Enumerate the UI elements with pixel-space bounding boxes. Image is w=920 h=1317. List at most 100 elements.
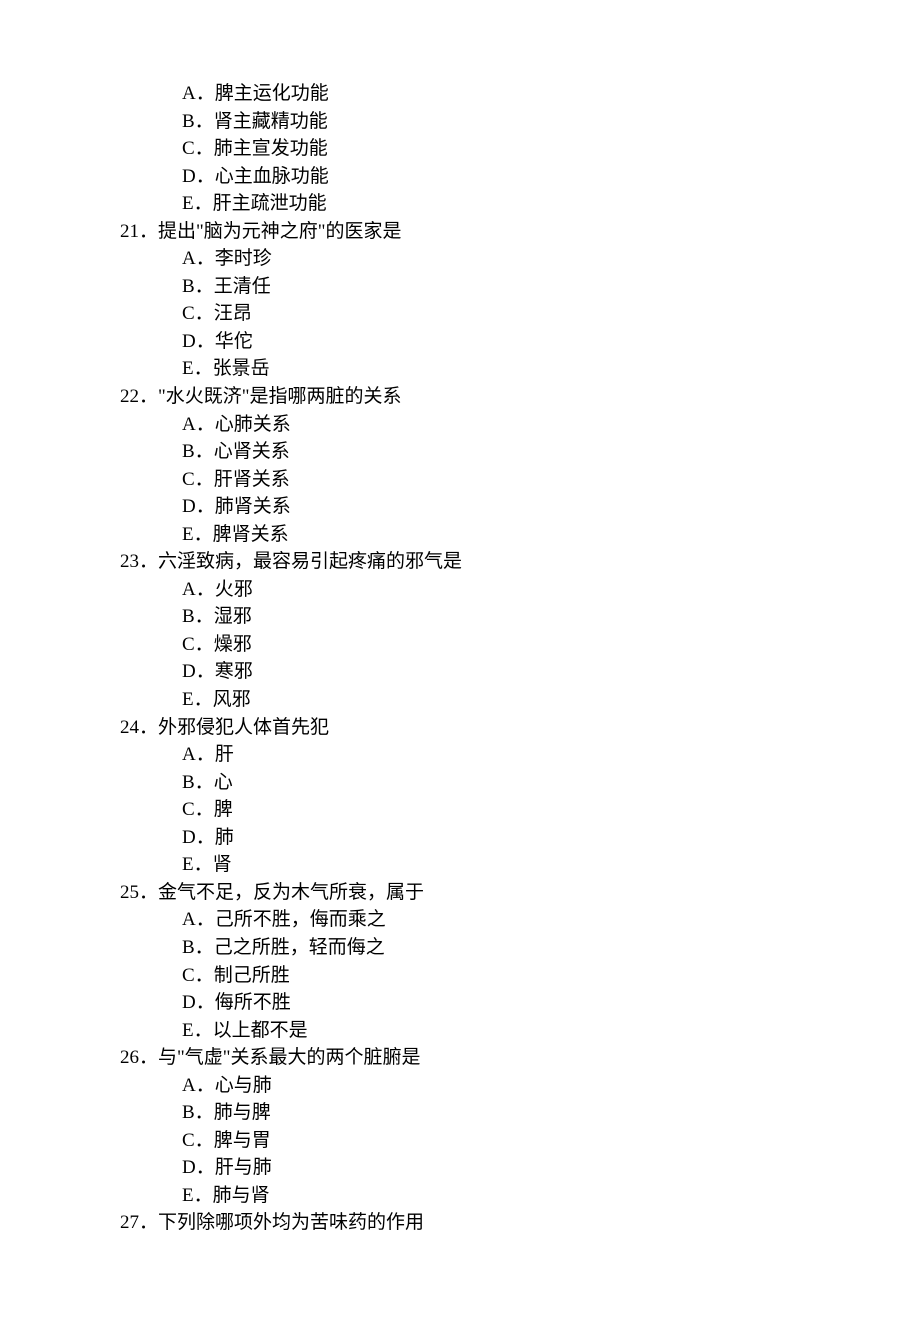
option-label: B． — [182, 441, 214, 462]
option-text: 华佗 — [215, 331, 253, 352]
option: A．心肺关系 — [120, 411, 850, 439]
option-text: 以上都不是 — [213, 1020, 308, 1041]
option-text: 心肺关系 — [215, 414, 291, 435]
option-label: C． — [182, 965, 214, 986]
option: E．肺与肾 — [120, 1182, 850, 1210]
option: B．心肾关系 — [120, 438, 850, 466]
option-label: A． — [182, 744, 215, 765]
option-text: 侮所不胜 — [215, 992, 291, 1013]
question-stem: 27．下列除哪项外均为苦味药的作用 — [120, 1209, 850, 1237]
option: C．脾与胃 — [120, 1127, 850, 1155]
lead-option: E．肝主疏泄功能 — [120, 190, 850, 218]
option-label: D． — [182, 661, 215, 682]
option-text: 湿邪 — [214, 606, 252, 627]
option-label: A． — [182, 248, 215, 269]
option-label: E． — [182, 524, 213, 545]
question-stem: 22．"水火既济"是指哪两脏的关系 — [120, 383, 850, 411]
option-text: 燥邪 — [214, 634, 252, 655]
option-label: A． — [182, 909, 215, 930]
option: C．脾 — [120, 796, 850, 824]
option-label: D． — [182, 992, 215, 1013]
option: E．肾 — [120, 851, 850, 879]
option-label: C． — [182, 1130, 214, 1151]
option-text: 肺 — [215, 827, 234, 848]
option: C．燥邪 — [120, 631, 850, 659]
question-stem: 25．金气不足，反为木气所衰，属于 — [120, 879, 850, 907]
option-label: A． — [182, 1075, 215, 1096]
option-text: 肝与肺 — [215, 1157, 272, 1178]
option-label: A． — [182, 579, 215, 600]
question-number: 25． — [120, 882, 158, 903]
option: A．心与肺 — [120, 1072, 850, 1100]
option: A．肝 — [120, 741, 850, 769]
option: E．脾肾关系 — [120, 521, 850, 549]
option-label: A． — [182, 83, 215, 104]
option-text: 脾与胃 — [214, 1130, 271, 1151]
option: B．王清任 — [120, 273, 850, 301]
lead-option: A．脾主运化功能 — [120, 80, 850, 108]
question-stem: 23．六淫致病，最容易引起疼痛的邪气是 — [120, 548, 850, 576]
option: B．湿邪 — [120, 603, 850, 631]
option-text: 制己所胜 — [214, 965, 290, 986]
option-text: 肝肾关系 — [214, 469, 290, 490]
option-label: C． — [182, 138, 214, 159]
option: B．心 — [120, 769, 850, 797]
option: A．李时珍 — [120, 245, 850, 273]
option-label: D． — [182, 331, 215, 352]
option-text: 肺肾关系 — [215, 496, 291, 517]
question-text: 外邪侵犯人体首先犯 — [158, 717, 329, 738]
option-text: 脾主运化功能 — [215, 83, 329, 104]
option-text: 肝主疏泄功能 — [213, 193, 327, 214]
option-text: 肾 — [213, 854, 232, 875]
option-label: D． — [182, 827, 215, 848]
question-text: 下列除哪项外均为苦味药的作用 — [158, 1212, 424, 1233]
option-label: E． — [182, 358, 213, 379]
option: B．肺与脾 — [120, 1099, 850, 1127]
option: C．肝肾关系 — [120, 466, 850, 494]
option: E．以上都不是 — [120, 1017, 850, 1045]
question-stem: 24．外邪侵犯人体首先犯 — [120, 714, 850, 742]
option: C．制己所胜 — [120, 962, 850, 990]
option-text: 心 — [214, 772, 233, 793]
option-text: 李时珍 — [215, 248, 272, 269]
option: E．风邪 — [120, 686, 850, 714]
option-text: 己所不胜，侮而乘之 — [215, 909, 386, 930]
option-text: 肺主宣发功能 — [214, 138, 328, 159]
option-label: B． — [182, 937, 214, 958]
option-text: 脾肾关系 — [213, 524, 289, 545]
option: D．寒邪 — [120, 658, 850, 686]
question-text: "水火既济"是指哪两脏的关系 — [158, 386, 402, 407]
question-number: 27． — [120, 1212, 158, 1233]
option-label: B． — [182, 111, 214, 132]
option-label: A． — [182, 414, 215, 435]
document-content: A．脾主运化功能 B．肾主藏精功能 C．肺主宣发功能 D．心主血脉功能 E．肝主… — [70, 80, 850, 1237]
option-text: 寒邪 — [215, 661, 253, 682]
question-stem: 21．提出"脑为元神之府"的医家是 — [120, 218, 850, 246]
option-label: B． — [182, 606, 214, 627]
option-text: 风邪 — [213, 689, 251, 710]
option-text: 心与肺 — [215, 1075, 272, 1096]
option-label: E． — [182, 854, 213, 875]
option-label: E． — [182, 1185, 213, 1206]
question-stem: 26．与"气虚"关系最大的两个脏腑是 — [120, 1044, 850, 1072]
option-text: 肺与肾 — [213, 1185, 270, 1206]
option-text: 己之所胜，轻而侮之 — [214, 937, 385, 958]
option-text: 王清任 — [214, 276, 271, 297]
option: A．火邪 — [120, 576, 850, 604]
option-label: B． — [182, 276, 214, 297]
option-label: C． — [182, 469, 214, 490]
option: B．己之所胜，轻而侮之 — [120, 934, 850, 962]
option-label: C． — [182, 634, 214, 655]
option-text: 肺与脾 — [214, 1102, 271, 1123]
option: C．汪昂 — [120, 300, 850, 328]
option-label: C． — [182, 303, 214, 324]
option-text: 汪昂 — [214, 303, 252, 324]
lead-option: D．心主血脉功能 — [120, 163, 850, 191]
option-text: 张景岳 — [213, 358, 270, 379]
lead-option: C．肺主宣发功能 — [120, 135, 850, 163]
option-label: B． — [182, 1102, 214, 1123]
question-text: 与"气虚"关系最大的两个脏腑是 — [158, 1047, 421, 1068]
option-label: D． — [182, 166, 215, 187]
option-text: 心肾关系 — [214, 441, 290, 462]
option: E．张景岳 — [120, 355, 850, 383]
